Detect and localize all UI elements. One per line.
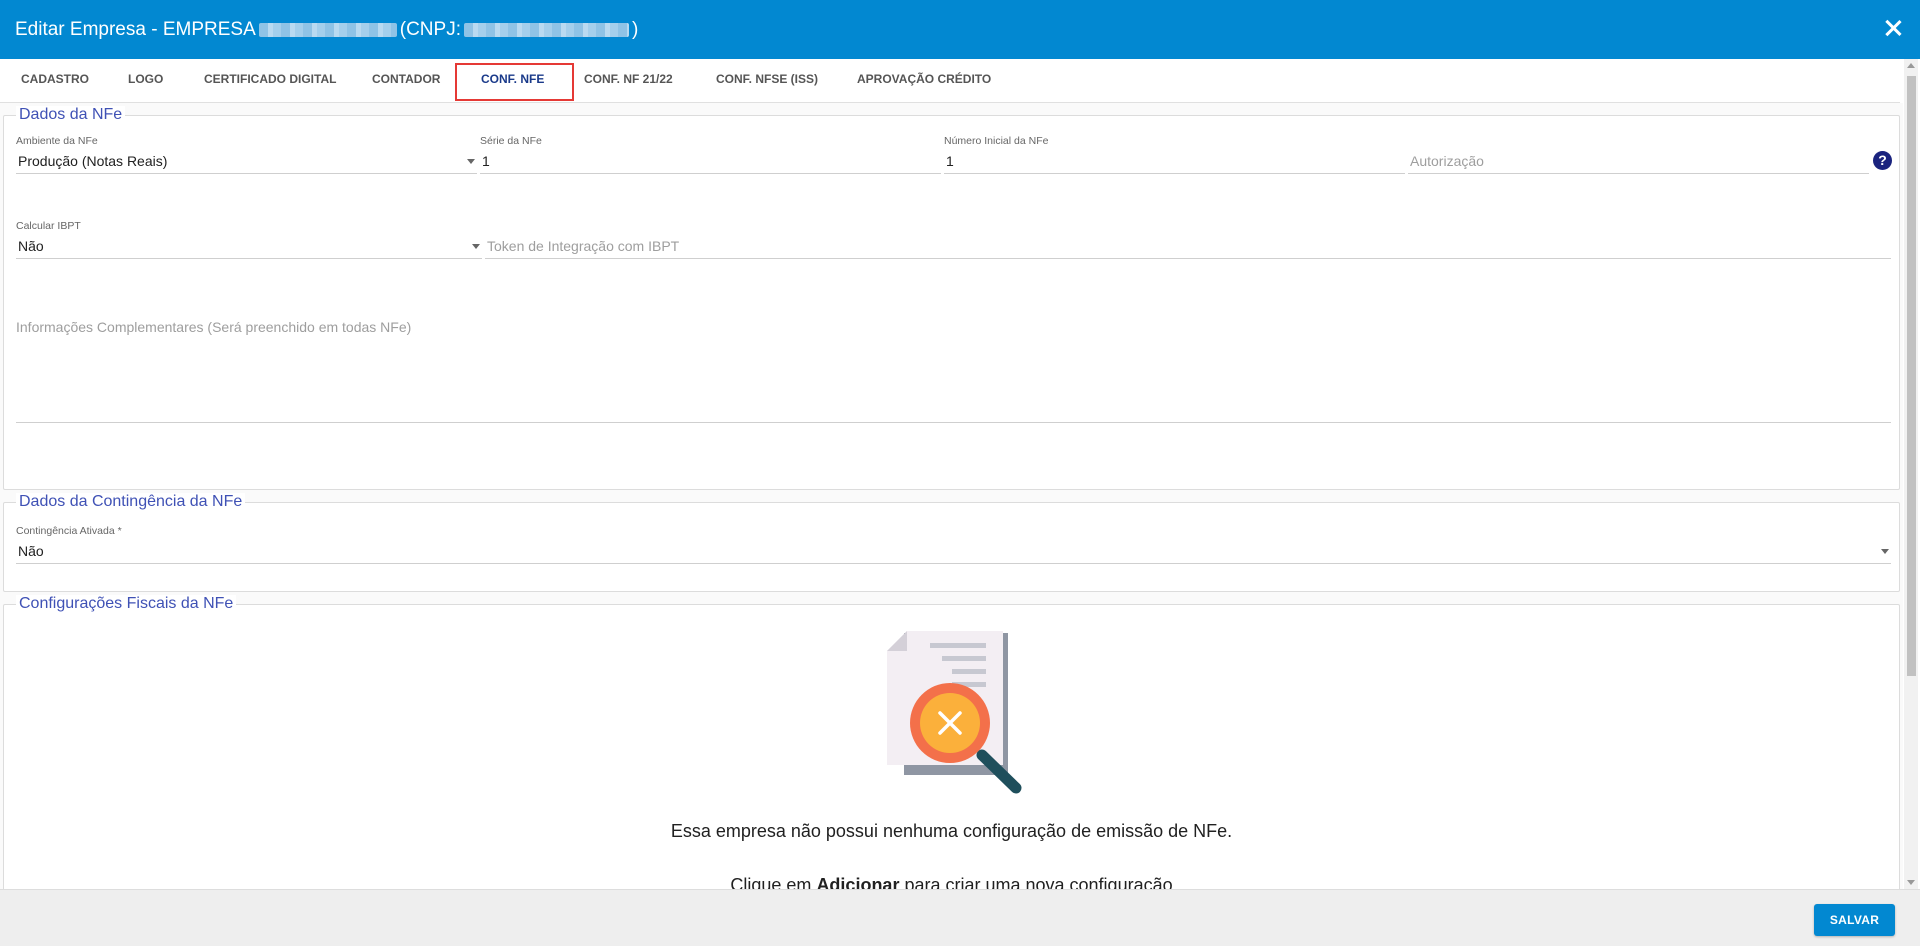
autorizacao-input[interactable]: Autorização [1408, 149, 1869, 174]
field-value: Produção (Notas Reais) [18, 153, 168, 169]
cnpj-label: (CNPJ: [399, 18, 461, 40]
save-button[interactable]: SALVAR [1814, 904, 1895, 936]
redacted-cnpj [463, 22, 629, 37]
field-label: Contingência Ativada * [16, 525, 122, 537]
field-label: Série da NFe [480, 135, 542, 147]
tab-contador[interactable]: CONTADOR [372, 59, 440, 103]
dropdown-arrow-icon [1881, 549, 1889, 554]
field-placeholder: Autorização [1408, 149, 1869, 174]
scroll-up-arrow-icon[interactable] [1907, 63, 1915, 68]
numero-inicial-input[interactable]: Número Inicial da NFe 1 [944, 135, 1405, 174]
redacted-company-name [258, 22, 397, 37]
tab-bar: CADASTRO LOGO CERTIFICADO DIGITAL CONTAD… [0, 59, 1900, 103]
token-ibpt-input[interactable]: Token de Integração com IBPT [485, 234, 1891, 259]
tab-certificado-digital[interactable]: CERTIFICADO DIGITAL [204, 59, 336, 103]
tab-cadastro[interactable]: CADASTRO [21, 59, 89, 103]
tab-aprovacao-credito[interactable]: APROVAÇÃO CRÉDITO [857, 59, 991, 103]
hint-prefix: Clique em [730, 875, 817, 889]
section-title: Configurações Fiscais da NFe [16, 595, 237, 613]
field-label: Ambiente da NFe [16, 135, 98, 147]
scroll-down-arrow-icon[interactable] [1907, 880, 1915, 885]
no-document-found-icon [887, 631, 1022, 794]
active-tab-highlight-box [455, 63, 574, 101]
section-title: Dados da Contingência da NFe [16, 493, 246, 511]
serie-input[interactable]: Série da NFe 1 [480, 135, 941, 174]
field-value: 1 [944, 149, 1405, 174]
tab-logo[interactable]: LOGO [128, 59, 163, 103]
informacoes-complementares-textarea[interactable]: Informações Complementares (Será preench… [16, 319, 1891, 423]
field-label: Número Inicial da NFe [944, 135, 1049, 147]
tab-conf-nfse-iss[interactable]: CONF. NFSE (ISS) [716, 59, 818, 103]
empty-state-message: Essa empresa não possui nenhuma configur… [670, 821, 1233, 841]
dialog-title: Editar Empresa - EMPRESA (CNPJ: ) [15, 19, 638, 41]
scrollbar-thumb[interactable] [1907, 76, 1916, 676]
help-icon[interactable]: ? [1873, 151, 1892, 170]
hint-suffix: para criar uma nova configuração [899, 875, 1173, 889]
close-icon[interactable] [1880, 15, 1906, 41]
contingencia-ativada-select[interactable]: Contingência Ativada * Não [16, 525, 1891, 564]
field-value: 1 [480, 149, 941, 174]
dialog-footer: SALVAR [0, 889, 1920, 946]
dialog-titlebar: Editar Empresa - EMPRESA (CNPJ: ) [0, 0, 1920, 59]
calcular-ibpt-select[interactable]: Calcular IBPT Não [16, 220, 482, 259]
content-area: Dados da NFe Ambiente da NFe Produção (N… [0, 103, 1903, 889]
field-label: Calcular IBPT [16, 220, 81, 232]
field-value: Não [18, 543, 44, 559]
dropdown-arrow-icon [472, 244, 480, 249]
section-title: Dados da NFe [16, 106, 126, 124]
section-contingencia: Dados da Contingência da NFe Contingênci… [3, 493, 1900, 592]
dropdown-arrow-icon [467, 159, 475, 164]
dialog-title-text: Editar Empresa - EMPRESA [15, 18, 256, 40]
section-dados-nfe: Dados da NFe Ambiente da NFe Produção (N… [3, 106, 1900, 490]
section-configuracoes-fiscais: Configurações Fiscais da NFe Essa empres… [3, 595, 1900, 889]
hint-add-keyword: Adicionar [816, 875, 900, 889]
vertical-scrollbar[interactable] [1904, 59, 1918, 889]
field-value: Não [18, 238, 44, 254]
field-placeholder: Informações Complementares (Será preench… [16, 319, 412, 335]
field-placeholder: Token de Integração com IBPT [485, 234, 1891, 259]
ambiente-select[interactable]: Ambiente da NFe Produção (Notas Reais) [16, 135, 477, 174]
empty-state-hint: Clique em Adicionar para criar uma nova … [4, 875, 1899, 889]
cnpj-close: ) [631, 18, 639, 40]
tab-conf-nf-21-22[interactable]: CONF. NF 21/22 [584, 59, 673, 103]
